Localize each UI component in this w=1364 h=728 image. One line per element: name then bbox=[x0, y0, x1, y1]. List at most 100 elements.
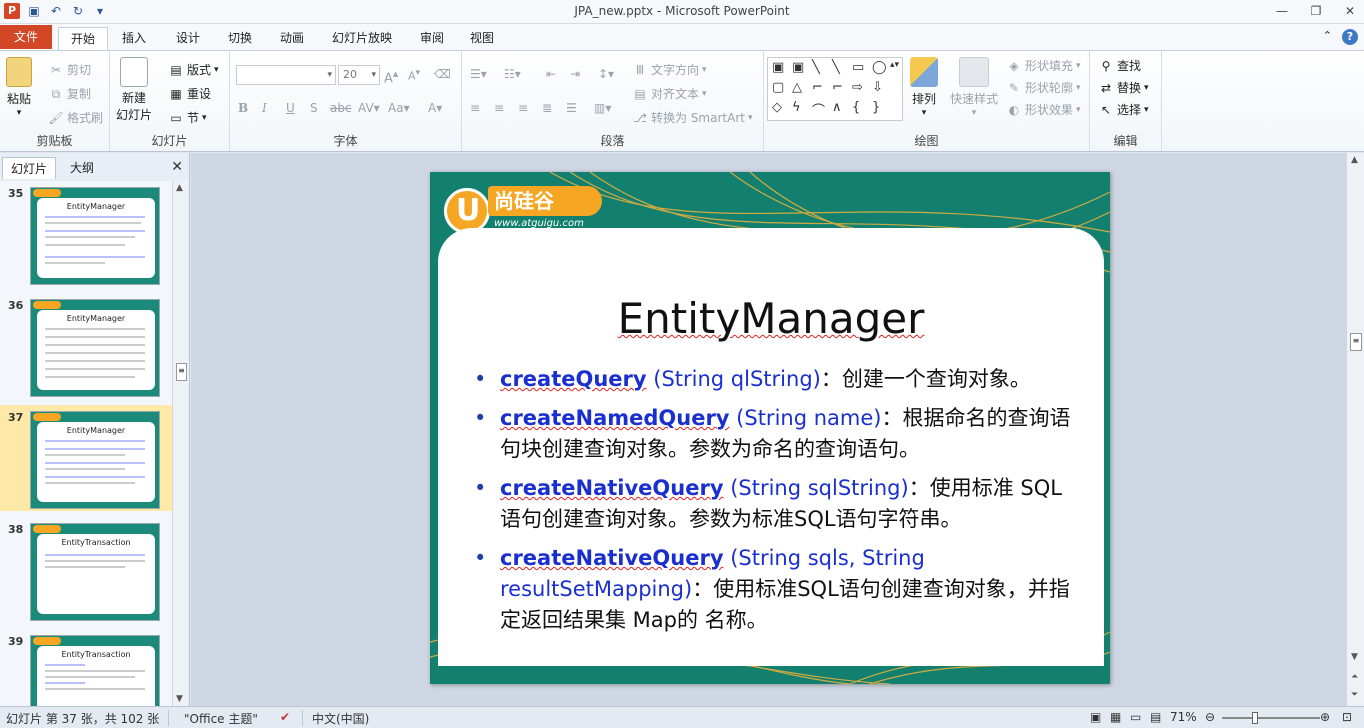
restore-icon[interactable]: ❐ bbox=[1308, 2, 1324, 20]
scroll-up-icon[interactable]: ▲ bbox=[176, 183, 183, 193]
increase-indent-button[interactable]: ⇥ bbox=[570, 67, 580, 81]
minimize-ribbon-icon[interactable]: ⌃ bbox=[1323, 29, 1332, 45]
shapes-gallery[interactable]: ▣ ▣ ╲ ╲ ▭ ◯ ▢ △ ⌐ ⌐ ⇨ ⇩ ◇ ϟ ⌒ ∧ { } ▴▾ bbox=[767, 57, 903, 121]
grow-font-button[interactable]: A▴ bbox=[384, 67, 398, 86]
previous-slide-icon[interactable]: ⏶ bbox=[1351, 672, 1358, 682]
brace-right-shape-icon[interactable]: } bbox=[872, 100, 880, 115]
align-left-button[interactable]: ≡ bbox=[470, 101, 480, 115]
arrange-button[interactable]: 排列 ▾ bbox=[910, 57, 938, 118]
slide-scrollbar[interactable]: ▲ ≡ ▼ ⏶ ⏷ bbox=[1346, 153, 1364, 706]
reset-button[interactable]: ▦ 重设 bbox=[168, 85, 211, 102]
slideshow-view-icon[interactable]: ▤ bbox=[1150, 710, 1161, 724]
font-color-button[interactable]: A▾ bbox=[428, 101, 442, 115]
new-slide-button[interactable]: 新建 幻灯片 bbox=[116, 57, 152, 123]
quick-styles-button[interactable]: 快速样式 ▾ bbox=[950, 57, 998, 118]
arrow-shape-icon[interactable]: ⇨ bbox=[852, 80, 863, 95]
tab-design[interactable]: 设计 bbox=[166, 27, 210, 50]
ellipse-shape-icon[interactable]: ◯ bbox=[872, 60, 887, 75]
slide-content-area[interactable]: EntityManager createQuery (String qlStri… bbox=[438, 228, 1104, 666]
thumbnail-39[interactable]: 39 EntityTransaction bbox=[0, 629, 172, 706]
char-spacing-button[interactable]: AV▾ bbox=[358, 101, 380, 115]
thumbnail-35[interactable]: 35 EntityManager bbox=[0, 181, 172, 287]
zoom-level[interactable]: 71% bbox=[1170, 710, 1197, 724]
close-pane-icon[interactable]: ✕ bbox=[171, 159, 183, 175]
replace-button[interactable]: ⇄ 替换 ▾ bbox=[1098, 79, 1149, 96]
scroll-down-icon[interactable]: ▼ bbox=[1351, 652, 1358, 662]
vertical-textbox-shape-icon[interactable]: ▣ bbox=[792, 60, 804, 75]
close-icon[interactable]: ✕ bbox=[1342, 2, 1358, 20]
thumbnail-scrollbar[interactable]: ▲ ≡ ▼ bbox=[172, 181, 188, 706]
normal-view-icon[interactable]: ▣ bbox=[1090, 710, 1101, 724]
cut-button[interactable]: ✂ 剪切 bbox=[48, 61, 91, 78]
slide-title[interactable]: EntityManager bbox=[438, 294, 1104, 343]
select-button[interactable]: ↖ 选择 ▾ bbox=[1098, 101, 1149, 118]
down-arrow-shape-icon[interactable]: ⇩ bbox=[872, 80, 883, 95]
line2-shape-icon[interactable]: ╲ bbox=[832, 60, 840, 75]
scroll-thumb[interactable]: ≡ bbox=[176, 363, 187, 381]
columns-button[interactable]: ▥▾ bbox=[594, 101, 611, 115]
zoom-slider[interactable] bbox=[1222, 717, 1320, 719]
copy-button[interactable]: ⧉ 复制 bbox=[48, 85, 91, 102]
help-icon[interactable]: ? bbox=[1342, 29, 1358, 45]
callout-shape-icon[interactable]: ◇ bbox=[772, 100, 782, 115]
tab-transitions[interactable]: 切换 bbox=[218, 27, 262, 50]
thumbnail-37[interactable]: 37 EntityManager bbox=[0, 405, 172, 511]
zoom-in-icon[interactable]: ⊕ bbox=[1320, 710, 1330, 724]
shrink-font-button[interactable]: A▾ bbox=[408, 67, 420, 83]
slide-canvas[interactable]: 尚硅谷 www.atguigu.com EntityManager create… bbox=[430, 172, 1110, 684]
clear-format-button[interactable]: ⌫ bbox=[434, 67, 451, 81]
scroll-thumb[interactable]: ≡ bbox=[1350, 333, 1362, 351]
text-direction-button[interactable]: Ⅲ 文字方向 ▾ bbox=[632, 61, 707, 78]
shape-outline-button[interactable]: ✎ 形状轮廓 ▾ bbox=[1006, 79, 1081, 96]
tab-outline-pane[interactable]: 大纲 bbox=[60, 157, 104, 179]
brace-left-shape-icon[interactable]: { bbox=[852, 100, 860, 115]
convert-smartart-button[interactable]: ⎇ 转换为 SmartArt ▾ bbox=[632, 109, 752, 126]
zoom-slider-knob[interactable] bbox=[1252, 712, 1258, 724]
next-slide-icon[interactable]: ⏷ bbox=[1351, 690, 1358, 700]
underline-button[interactable]: U bbox=[286, 101, 295, 115]
shadow-button[interactable]: S bbox=[310, 101, 318, 115]
thumbnail-36[interactable]: 36 EntityManager bbox=[0, 293, 172, 399]
italic-button[interactable]: I bbox=[262, 101, 267, 115]
paste-button[interactable]: 粘贴 ▾ bbox=[6, 57, 32, 118]
find-button[interactable]: ⚲ 查找 bbox=[1098, 57, 1141, 74]
align-right-button[interactable]: ≡ bbox=[518, 101, 528, 115]
textbox-shape-icon[interactable]: ▣ bbox=[772, 60, 784, 75]
gallery-scroll-icon[interactable]: ▴▾ bbox=[890, 60, 899, 70]
bullets-button[interactable]: ☰▾ bbox=[470, 67, 487, 81]
freeform-shape-icon[interactable]: ∧ bbox=[832, 100, 842, 115]
tab-view[interactable]: 视图 bbox=[460, 27, 504, 50]
distribute-button[interactable]: ☰ bbox=[566, 101, 577, 115]
align-text-button[interactable]: ▤ 对齐文本 ▾ bbox=[632, 85, 706, 102]
line-spacing-button[interactable]: ↕▾ bbox=[598, 67, 614, 81]
lightning-shape-icon[interactable]: ϟ bbox=[792, 100, 801, 115]
fit-to-window-icon[interactable]: ⊡ bbox=[1342, 710, 1352, 724]
justify-button[interactable]: ≣ bbox=[542, 101, 552, 115]
curve-shape-icon[interactable]: ⌒ bbox=[812, 100, 825, 119]
strikethrough-button[interactable]: abc bbox=[330, 101, 352, 115]
shape-effects-button[interactable]: ◐ 形状效果 ▾ bbox=[1006, 101, 1081, 118]
numbering-button[interactable]: ☷▾ bbox=[504, 67, 521, 81]
scroll-down-icon[interactable]: ▼ bbox=[176, 694, 183, 704]
tab-review[interactable]: 审阅 bbox=[410, 27, 454, 50]
font-size-combo[interactable]: 20 bbox=[338, 65, 380, 85]
elbow2-shape-icon[interactable]: ⌐ bbox=[832, 80, 843, 95]
tab-file[interactable]: 文件 bbox=[0, 25, 52, 49]
slide-bullet-list[interactable]: createQuery (String qlString)：创建一个查询对象。 … bbox=[474, 364, 1074, 644]
section-button[interactable]: ▭ 节 ▾ bbox=[168, 109, 206, 126]
line-shape-icon[interactable]: ╲ bbox=[812, 60, 820, 75]
zoom-out-icon[interactable]: ⊖ bbox=[1205, 710, 1215, 724]
tab-slideshow[interactable]: 幻灯片放映 bbox=[324, 27, 400, 50]
reading-view-icon[interactable]: ▭ bbox=[1130, 710, 1141, 724]
tab-slides-pane[interactable]: 幻灯片 bbox=[2, 157, 56, 179]
elbow-shape-icon[interactable]: ⌐ bbox=[812, 80, 823, 95]
format-painter-button[interactable]: 🖌 格式刷 bbox=[48, 109, 103, 126]
thumbnail-38[interactable]: 38 EntityTransaction bbox=[0, 517, 172, 623]
spell-check-icon[interactable]: ✔ bbox=[280, 710, 290, 724]
rounded-rect-shape-icon[interactable]: ▢ bbox=[772, 80, 784, 95]
decrease-indent-button[interactable]: ⇤ bbox=[546, 67, 556, 81]
theme-name[interactable]: "Office 主题" bbox=[184, 710, 258, 727]
tab-insert[interactable]: 插入 bbox=[112, 27, 156, 50]
align-center-button[interactable]: ≡ bbox=[494, 101, 504, 115]
layout-button[interactable]: ▤ 版式 ▾ bbox=[168, 61, 218, 78]
